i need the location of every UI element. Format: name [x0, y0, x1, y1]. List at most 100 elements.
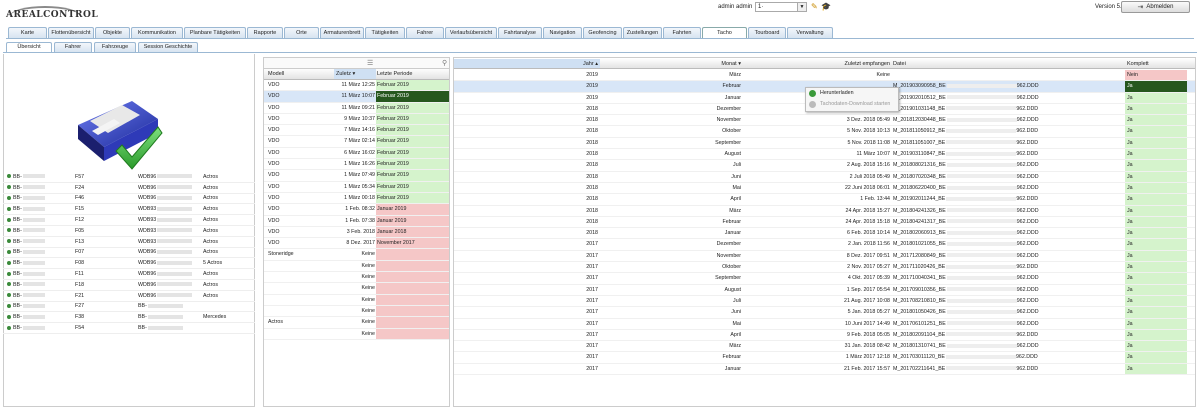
table-row[interactable]: 2017 April 9 Feb. 2018 05:05 M_201802091104… — [454, 329, 1195, 342]
vehicle-row[interactable]: BB- F05 WDB93 Actros — [3, 226, 255, 237]
table-row[interactable]: VDO 7 März 02:14 Februar 2019 — [264, 136, 449, 148]
vehicle-row[interactable]: BB- F08 WDB96 5 Actros — [3, 258, 255, 270]
table-row[interactable]: 2018 Juni 2 Juli 2018 05:49 M_201807020348_… — [454, 171, 1195, 183]
filter-icon[interactable]: ⚲ — [442, 59, 447, 67]
edit-icon[interactable]: ✎ — [811, 2, 820, 12]
col-header-complete[interactable]: Komplett — [1125, 59, 1187, 68]
tab-verwaltung[interactable]: Verwaltung — [787, 27, 833, 38]
vehicle-row[interactable]: BB- F12 WDB93 Actros — [3, 215, 255, 226]
table-row[interactable]: VDO 11 März 10:07 Februar 2019 — [264, 91, 449, 103]
vehicle-row[interactable]: BB- F11 WDB96 Actros — [3, 269, 255, 280]
logout-button[interactable]: ⇥ Abmelden — [1121, 1, 1190, 13]
table-row[interactable]: VDO 1 März 05:34 Februar 2019 — [264, 181, 449, 193]
tab-objekte[interactable]: Objekte — [95, 27, 130, 38]
table-row[interactable]: 2018 April 1 Feb. 13:44 M_201902011244_BE 96… — [454, 194, 1195, 206]
table-row[interactable]: VDO 8 Dez. 2017 November 2017 — [264, 238, 449, 250]
vehicle-row[interactable]: BB- F46 WDB96 Actros — [3, 194, 255, 205]
table-row[interactable]: VDO 11 März 12:25 Februar 2019 — [264, 80, 449, 92]
table-row[interactable]: 2017 Juni 5 Jan. 2018 05:27 M_201801050426_… — [454, 307, 1195, 319]
table-row[interactable]: VDO 1 Feb. 08:32 Januar 2019 — [264, 204, 449, 216]
tab-fahrten[interactable]: Fahrten — [663, 27, 701, 38]
table-row[interactable]: Actros Keine — [264, 317, 449, 329]
tab-tourboard[interactable]: Tourboard — [748, 27, 786, 38]
table-row[interactable]: VDO 6 März 16:02 Februar 2019 — [264, 147, 449, 160]
chevron-down-icon[interactable]: ▼ — [797, 3, 806, 11]
tab-verlaufsübersicht[interactable]: Verlaufsübersicht — [445, 27, 497, 38]
vehicle-row[interactable]: BB- F27 BB- — [3, 302, 255, 313]
table-row[interactable]: VDO 11 März 09:21 Februar 2019 — [264, 102, 449, 114]
table-row[interactable]: Keine — [264, 283, 449, 295]
vehicle-row[interactable]: BB- F54 BB- — [3, 323, 255, 334]
subtab-fahrer[interactable]: Fahrer — [54, 42, 92, 52]
table-row[interactable]: VDO 7 März 14:16 Februar 2019 — [264, 125, 449, 137]
table-row[interactable]: Stoneridge Keine — [264, 249, 449, 261]
table-row[interactable]: 2017 Dezember 2 Jan. 2018 11:56 M_201801021… — [454, 239, 1195, 251]
table-row[interactable]: Keine — [264, 260, 449, 273]
table-row[interactable]: 2019 März Keine Nein — [454, 70, 1195, 82]
tab-fahrtanalyse[interactable]: Fahrtanalyse — [498, 27, 542, 38]
table-row[interactable]: Keine — [264, 305, 449, 318]
list-icon[interactable]: ☰ — [367, 59, 373, 67]
table-row[interactable]: VDO 1 März 16:26 Februar 2019 — [264, 159, 449, 171]
vehicle-row[interactable]: BB- F57 WDB96 Actros — [3, 172, 255, 183]
tab-orte[interactable]: Orte — [284, 27, 319, 38]
col-header-last[interactable]: Zuletz ▾ — [334, 69, 376, 79]
col-header-month[interactable]: Monat ▾ — [600, 59, 743, 68]
table-row[interactable]: 2017 September 4 Okt. 2017 05:39 M_20171004… — [454, 273, 1195, 285]
table-row[interactable]: Keine — [264, 328, 449, 340]
vehicle-row[interactable]: BB- F18 WDB96 Actros — [3, 280, 255, 291]
table-row[interactable]: 2017 Oktober 2 Nov. 2017 05:27 M_2017110204… — [454, 262, 1195, 274]
table-row[interactable]: 2018 Mai 22 Juni 2018 06:01 M_201806220400_… — [454, 182, 1195, 195]
col-header-received[interactable]: Zuletzt empfangen — [743, 59, 892, 68]
menu-item-download[interactable]: Herunterladen — [806, 88, 898, 99]
subtab-übersicht[interactable]: Übersicht — [6, 42, 52, 52]
vehicle-row[interactable]: BB- F38 BB- Mercedes — [3, 312, 255, 324]
col-header-model[interactable]: Modell — [264, 69, 334, 79]
vehicle-row[interactable]: BB- F24 WDB96 Actros — [3, 183, 255, 194]
tab-zustellungen[interactable]: Zustellungen — [623, 27, 662, 38]
tab-geofencing[interactable]: Geofencing — [583, 27, 622, 38]
tab-karte[interactable]: Karte — [8, 27, 47, 38]
subtab-fahrzeuge[interactable]: Fahrzeuge — [94, 42, 136, 52]
table-row[interactable]: VDO 9 März 10:37 Februar 2019 — [264, 113, 449, 126]
table-row[interactable]: Keine — [264, 272, 449, 284]
tab-armaturenbrett[interactable]: Armaturenbrett — [320, 27, 364, 38]
table-row[interactable]: VDO 1 März 07:49 Februar 2019 — [264, 170, 449, 182]
table-row[interactable]: 2018 Oktober 5 Nov. 2018 10:13 M_2018110509… — [454, 126, 1195, 138]
table-row[interactable]: 2017 Juli 21 Aug. 2017 10:08 M_201708210810… — [454, 295, 1195, 308]
table-row[interactable]: VDO 1 März 00:18 Februar 2019 — [264, 192, 449, 205]
menu-item-start-download[interactable]: Tachodaten-Download starten — [806, 99, 898, 110]
col-header-file[interactable]: Datei — [892, 59, 1125, 68]
graduation-hat-icon[interactable]: 🎓 — [821, 2, 831, 12]
table-row[interactable]: 2018 März 24 Apr. 2018 15:27 M_201804241326… — [454, 205, 1195, 217]
table-row[interactable]: 2018 August 11 März 10:07 M_201903110847_BE… — [454, 149, 1195, 161]
table-row[interactable]: 2018 Juli 2 Aug. 2018 15:16 M_201808021316_… — [454, 160, 1195, 172]
tab-navigation[interactable]: Navigation — [543, 27, 582, 38]
table-row[interactable]: 2017 November 8 Dez. 2017 09:51 M_201712080… — [454, 250, 1195, 263]
table-row[interactable]: 2017 Mai 10 Juni 2017 14:49 M_201706101251_… — [454, 318, 1195, 330]
table-row[interactable]: 2017 Januar 21 Feb. 2017 15:57 M_2017022116… — [454, 363, 1195, 376]
table-row[interactable]: 2018 September 5 Nov. 2018 11:08 M_20181105… — [454, 137, 1195, 150]
vehicle-row[interactable]: BB- F07 WDB96 Actros — [3, 248, 255, 259]
table-row[interactable]: 2017 August 1 Sep. 2017 05:54 M_20170901035… — [454, 284, 1195, 296]
vehicle-row[interactable]: BB- F15 WDB93 Actros — [3, 204, 255, 216]
tab-kommunikation[interactable]: Kommunikation — [131, 27, 183, 38]
tab-fahrer[interactable]: Fahrer — [406, 27, 444, 38]
tab-flottenübersicht[interactable]: Flottenübersicht — [48, 27, 94, 38]
table-row[interactable]: 2018 Februar 24 Apr. 2018 15:18 M_201804241… — [454, 216, 1195, 229]
tab-planbare-tätigkeiten[interactable]: Planbare Tätigkeiten — [184, 27, 246, 38]
col-header-year[interactable]: Jahr ▴ — [454, 59, 600, 68]
table-row[interactable]: VDO 3 Feb. 2018 Januar 2018 — [264, 226, 449, 239]
table-row[interactable]: 2017 Februar 1 März 2017 12:18 M_2017030111… — [454, 352, 1195, 364]
tab-rapporte[interactable]: Rapporte — [247, 27, 283, 38]
tab-tätigkeiten[interactable]: Tätigkeiten — [365, 27, 405, 38]
table-row[interactable]: 2018 Januar 6 Feb. 2018 10:14 M_20180206091… — [454, 228, 1195, 240]
table-row[interactable]: 2018 November 3 Dez. 2018 05:49 M_201812030… — [454, 115, 1195, 127]
vehicle-row[interactable]: BB- F21 WDB96 Actros — [3, 291, 255, 302]
user-select[interactable]: 1· ▼ — [755, 2, 807, 12]
table-row[interactable]: 2017 März 31 Jan. 2018 08:42 M_201801310741… — [454, 341, 1195, 353]
subtab-session-geschichte[interactable]: Session Geschichte — [138, 42, 198, 52]
col-header-period[interactable]: Letzte Periode — [376, 69, 449, 79]
table-row[interactable]: VDO 1 Feb. 07:38 Januar 2019 — [264, 215, 449, 227]
vehicle-row[interactable]: BB- F13 WDB93 Actros — [3, 237, 255, 248]
